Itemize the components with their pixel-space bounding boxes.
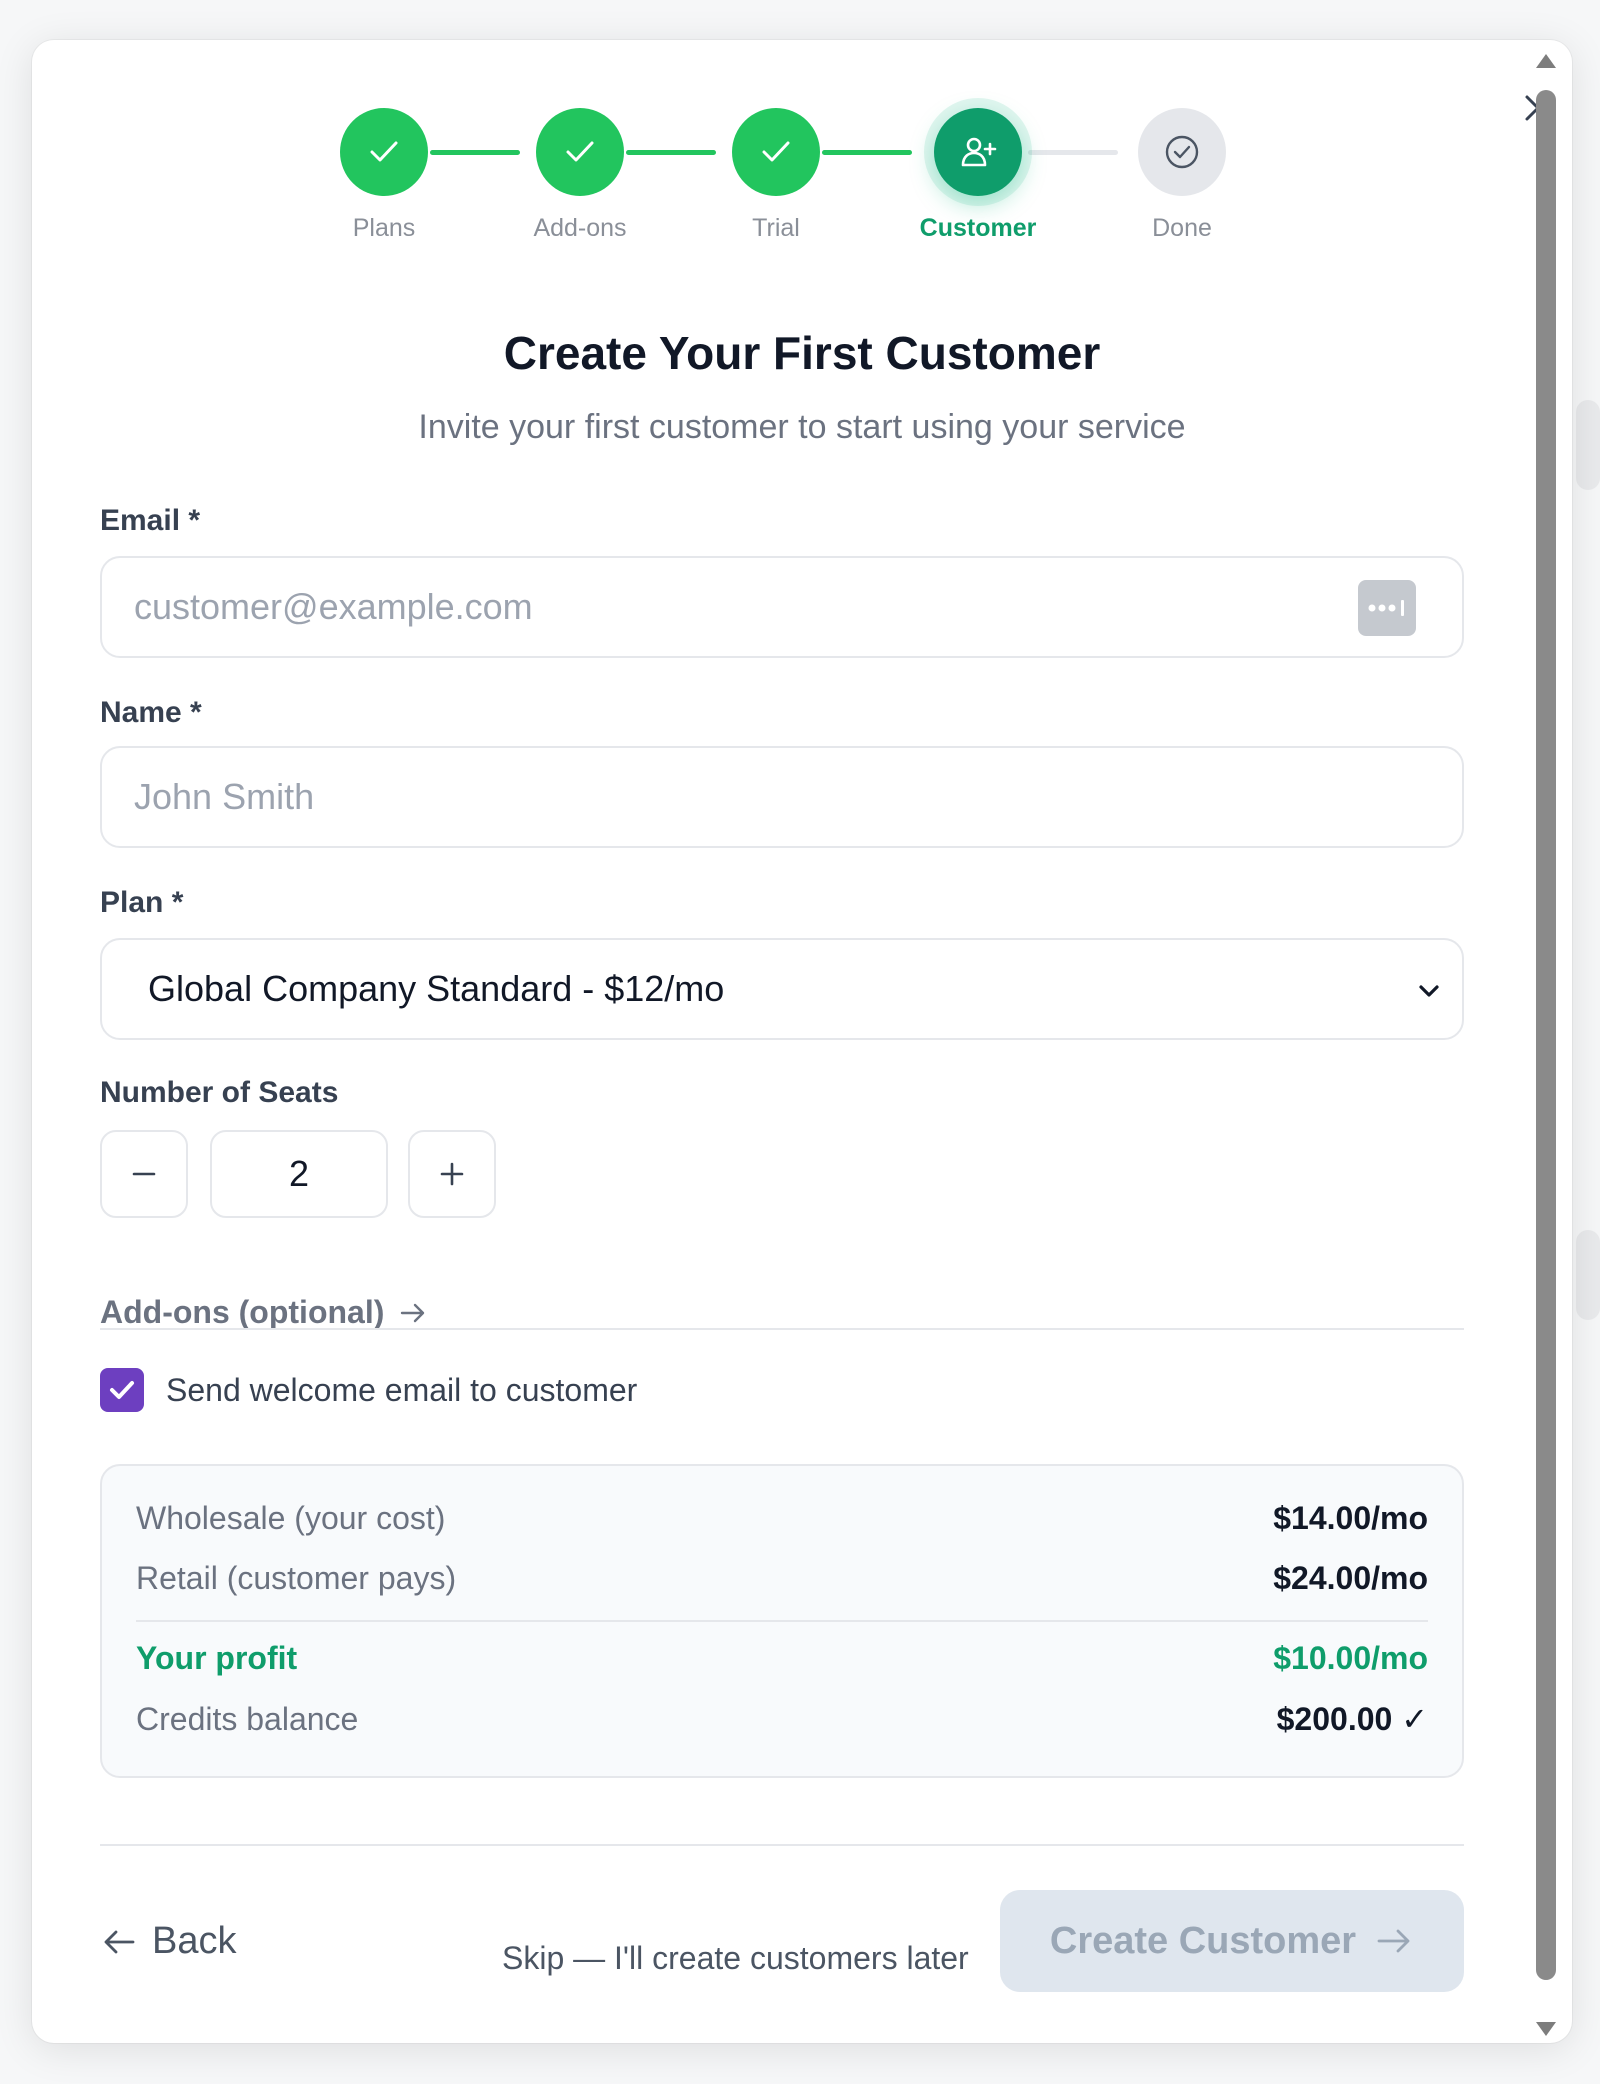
step-done: Done	[1112, 108, 1252, 243]
retail-row: Retail (customer pays) $24.00/mo	[136, 1560, 1428, 1597]
check-icon	[762, 141, 790, 162]
footer-divider	[100, 1844, 1464, 1846]
pricing-summary: Wholesale (your cost) $14.00/mo Retail (…	[100, 1464, 1464, 1778]
step-label: Customer	[919, 214, 1037, 242]
check-icon	[566, 141, 594, 162]
step-label: Plans	[352, 214, 416, 242]
welcome-email-checkbox[interactable]	[100, 1368, 144, 1412]
scroll-down-arrow[interactable]	[1536, 2022, 1556, 2036]
email-label: Email *	[100, 504, 201, 537]
create-customer-button[interactable]: Create Customer	[1000, 1890, 1464, 1992]
email-field[interactable]	[100, 556, 1464, 658]
page-title: Create Your First Customer	[503, 327, 1101, 379]
step-label: Done	[1152, 214, 1212, 242]
addons-link[interactable]: Add-ons (optional)	[100, 1294, 428, 1331]
plus-icon	[440, 1162, 464, 1186]
plan-selected-value: Global Company Standard - $12/mo	[148, 968, 725, 1009]
welcome-email-toggle[interactable]: Send welcome email to customer	[100, 1368, 637, 1412]
dots-icon	[1368, 600, 1404, 616]
name-field[interactable]	[100, 746, 1464, 848]
plan-label: Plan *	[100, 886, 184, 919]
step-customer: Customer	[908, 108, 1048, 243]
step-trial: Trial	[706, 108, 846, 243]
back-label: Back	[152, 1920, 237, 1962]
scroll-up-arrow[interactable]	[1536, 54, 1556, 68]
seats-label: Number of Seats	[100, 1076, 339, 1109]
addons-link-label: Add-ons (optional)	[100, 1294, 385, 1330]
arrow-right-icon	[401, 1303, 425, 1322]
section-divider	[100, 1328, 1464, 1330]
retail-label: Retail (customer pays)	[136, 1560, 457, 1596]
step-add-ons: Add-ons	[510, 108, 650, 243]
scrollbar[interactable]	[1532, 50, 1560, 2040]
password-manager-icon[interactable]	[1358, 580, 1416, 636]
step-label: Trial	[752, 214, 800, 242]
seats-quantity[interactable]: 2	[210, 1130, 388, 1218]
profit-label: Your profit	[136, 1640, 298, 1676]
page-subtitle: Invite your first customer to start usin…	[418, 408, 1186, 446]
summary-divider	[136, 1620, 1428, 1622]
arrow-right-icon	[1377, 1929, 1410, 1953]
backdrop-shape	[1576, 400, 1600, 490]
increase-seats-button[interactable]	[408, 1130, 496, 1218]
welcome-email-label: Send welcome email to customer	[166, 1371, 638, 1408]
plan-select[interactable]: Global Company Standard - $12/mo	[100, 938, 1464, 1040]
chevron-down-icon	[1419, 985, 1439, 997]
credits-label: Credits balance	[136, 1700, 359, 1737]
decrease-seats-button[interactable]	[100, 1130, 188, 1218]
credits-row: Credits balance $200.00 ✓	[136, 1700, 1428, 1738]
credits-value: $200.00 ✓	[1276, 1701, 1428, 1737]
wholesale-row: Wholesale (your cost) $14.00/mo	[136, 1500, 1428, 1537]
skip-link[interactable]: Skip — I'll create customers later	[502, 1940, 969, 1977]
check-circle-icon	[1165, 135, 1199, 169]
wholesale-value: $14.00/mo	[1273, 1500, 1428, 1536]
create-customer-label: Create Customer	[1049, 1919, 1357, 1962]
scroll-thumb[interactable]	[1536, 90, 1556, 1980]
user-plus-icon	[961, 137, 997, 167]
profit-row: Your profit $10.00/mo	[136, 1640, 1428, 1677]
backdrop-shape	[1576, 1230, 1600, 1320]
arrow-left-icon	[104, 1930, 135, 1953]
check-icon	[370, 141, 398, 162]
name-label: Name *	[100, 696, 202, 729]
onboarding-modal: Plans Add-ons Trial Customer Done Create…	[32, 40, 1572, 2043]
progress-stepper: Plans Add-ons Trial Customer Done	[32, 108, 1572, 258]
wholesale-label: Wholesale (your cost)	[136, 1500, 446, 1536]
step-label: Add-ons	[533, 214, 627, 242]
profit-value: $10.00/mo	[1273, 1640, 1428, 1676]
minus-icon	[132, 1172, 156, 1176]
step-plans: Plans	[314, 108, 454, 243]
check-icon	[110, 1381, 134, 1399]
back-button[interactable]: Back	[100, 1920, 236, 1963]
retail-value: $24.00/mo	[1273, 1560, 1428, 1596]
